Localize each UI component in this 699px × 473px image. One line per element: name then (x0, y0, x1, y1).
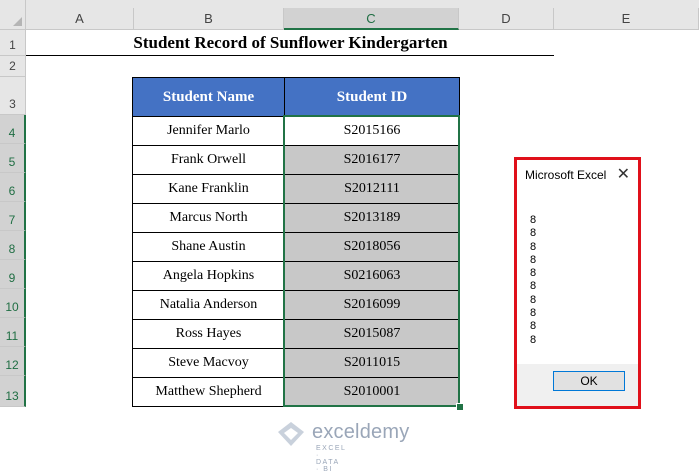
row-header-7[interactable]: 7 (0, 202, 26, 231)
row-number: 9 (8, 271, 16, 285)
student-name-cell[interactable]: Steve Macvoy (132, 348, 285, 378)
student-name-cell[interactable]: Shane Austin (132, 232, 285, 262)
student-id-cell[interactable]: S2015166 (284, 116, 460, 146)
table-row: Steve Macvoy S2011015 (132, 348, 460, 378)
row-header-3[interactable]: 3 (0, 77, 26, 115)
table-row: Shane Austin S2018056 (132, 232, 460, 262)
student-id-cell[interactable]: S2016099 (284, 290, 460, 320)
student-id-cell[interactable]: S2016177 (284, 145, 460, 175)
toolbar-strip (26, 0, 699, 8)
student-table-body: Jennifer Marlo S2015166 Frank Orwell S20161… (132, 116, 460, 407)
row-header-5[interactable]: 5 (0, 144, 26, 173)
student-name-cell[interactable]: Marcus North (132, 203, 285, 233)
row-number: 13 (5, 389, 19, 403)
table-row: Angela Hopkins S0216063 (132, 261, 460, 291)
table-row: Kane Franklin S2012111 (132, 174, 460, 204)
message-box-footer: OK (517, 364, 638, 406)
row-number: 6 (8, 184, 16, 198)
student-id-cell[interactable]: S2012111 (284, 174, 460, 204)
row-header-10[interactable]: 10 (0, 289, 26, 318)
row-number: 8 (8, 242, 16, 256)
student-name-cell[interactable]: Kane Franklin (132, 174, 285, 204)
ok-button[interactable]: OK (553, 371, 625, 391)
header-student-id[interactable]: Student ID (284, 77, 460, 117)
row-header-9[interactable]: 9 (0, 260, 26, 289)
column-header-a[interactable]: A (26, 8, 134, 30)
row-header-13[interactable]: 13 (0, 376, 26, 407)
select-all-triangle-icon (13, 17, 22, 26)
student-name-cell[interactable]: Frank Orwell (132, 145, 285, 175)
student-name-cell[interactable]: Jennifer Marlo (132, 116, 285, 146)
row-number: 12 (5, 358, 19, 372)
column-header-e[interactable]: E (554, 8, 699, 30)
student-name-cell[interactable]: Natalia Anderson (132, 290, 285, 320)
row-number: 4 (8, 126, 16, 140)
student-name-cell[interactable]: Angela Hopkins (132, 261, 285, 291)
table-row: Ross Hayes S2015087 (132, 319, 460, 349)
student-name-cell[interactable]: Matthew Shepherd (132, 377, 285, 407)
row-number: 1 (9, 38, 16, 52)
table-row: Matthew Shepherd S2010001 (132, 377, 460, 407)
student-id-cell[interactable]: S2011015 (284, 348, 460, 378)
table-row: Jennifer Marlo S2015166 (132, 116, 460, 146)
row-header-11[interactable]: 11 (0, 318, 26, 347)
column-header-d[interactable]: D (459, 8, 554, 30)
row-header-2[interactable]: 2 (0, 56, 26, 77)
row-header-12[interactable]: 12 (0, 347, 26, 376)
student-id-cell[interactable]: S2015087 (284, 319, 460, 349)
sheet-title[interactable]: Student Record of Sunflower Kindergarten (27, 33, 554, 53)
row-header-8[interactable]: 8 (0, 231, 26, 260)
column-header-b[interactable]: B (134, 8, 284, 30)
fill-handle[interactable] (456, 403, 464, 411)
title-underline (26, 55, 554, 56)
row-number: 5 (8, 155, 16, 169)
row-number: 10 (5, 300, 19, 314)
row-number: 2 (9, 59, 16, 73)
message-box-title: Microsoft Excel (525, 168, 607, 182)
message-box-text: 8 8 8 8 8 8 8 8 8 8 (530, 214, 537, 346)
table-row: Natalia Anderson S2016099 (132, 290, 460, 320)
row-number: 3 (9, 97, 16, 111)
row-header-1[interactable]: 1 (0, 30, 26, 56)
select-all-corner[interactable] (0, 0, 26, 30)
row-header-6[interactable]: 6 (0, 173, 26, 202)
row-number: 11 (5, 329, 19, 343)
student-id-cell[interactable]: S0216063 (284, 261, 460, 291)
student-id-cell[interactable]: S2013189 (284, 203, 460, 233)
watermark-name: exceldemy (312, 421, 410, 443)
student-id-cell[interactable]: S2018056 (284, 232, 460, 262)
row-number: 7 (8, 213, 16, 227)
table-row: Frank Orwell S2016177 (132, 145, 460, 175)
student-id-cell[interactable]: S2010001 (284, 377, 460, 407)
spreadsheet: ABCDE 1 2 3 4 5 6 7 8 9 10 11 12 13 Student Record o… (0, 0, 699, 473)
column-header-c[interactable]: C (284, 8, 459, 30)
message-box-body: Microsoft Excel ✕ 8 8 8 8 8 8 8 8 8 8 OK (517, 160, 638, 406)
exceldemy-logo-icon (278, 422, 304, 446)
student-name-cell[interactable]: Ross Hayes (132, 319, 285, 349)
message-box: Microsoft Excel ✕ 8 8 8 8 8 8 8 8 8 8 OK (514, 157, 641, 409)
close-icon[interactable]: ✕ (617, 164, 630, 184)
watermark-tagline: EXCEL · DATA · BI (316, 445, 347, 473)
row-header-4[interactable]: 4 (0, 115, 26, 144)
table-row: Marcus North S2013189 (132, 203, 460, 233)
student-table: Student Name Student ID Jennifer Marlo S2… (132, 77, 460, 407)
header-student-name[interactable]: Student Name (132, 77, 285, 117)
